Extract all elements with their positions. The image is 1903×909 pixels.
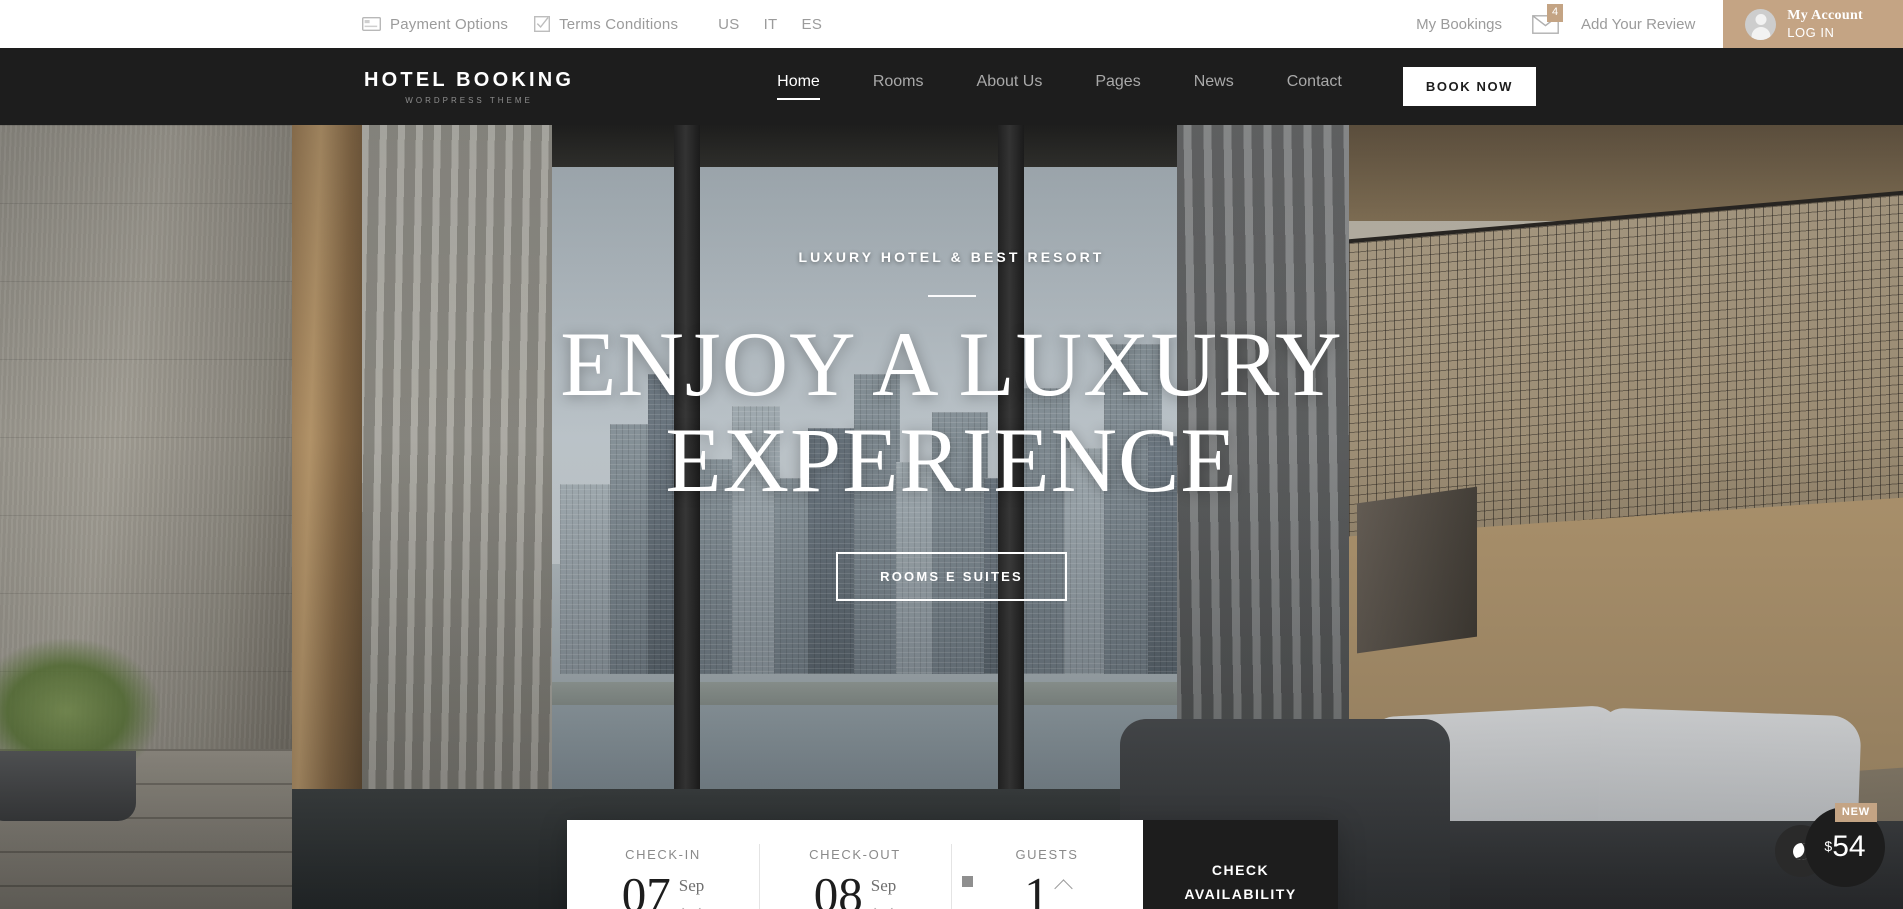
hero-title-line-1: ENJOY A LUXURY	[560, 313, 1343, 415]
language-it[interactable]: IT	[764, 16, 778, 33]
book-now-button[interactable]: BOOK NOW	[1402, 67, 1537, 106]
slider-dot-1[interactable]	[930, 876, 942, 887]
logo-subtitle: WORDPRESS THEME	[405, 95, 533, 105]
booking-widget: CHECK-IN 07 Sep CHECK-OUT 08 Sep GUESTS …	[567, 820, 1338, 909]
account-name: My Account	[1787, 8, 1863, 24]
nav-item-contact[interactable]: Contact	[1287, 73, 1342, 100]
hero-content: LUXURY HOTEL & BEST RESORT ENJOY A LUXUR…	[0, 125, 1903, 602]
chevron-down-icon[interactable]	[874, 899, 893, 909]
nav-item-news[interactable]: News	[1194, 73, 1234, 100]
logo-title: HOTEL BOOKING	[364, 68, 575, 91]
payment-options-link[interactable]: Payment Options	[362, 16, 508, 33]
account-login-label: LOG IN	[1787, 24, 1835, 40]
my-bookings-link[interactable]: My Bookings	[1416, 16, 1502, 33]
booking-fields: CHECK-IN 07 Sep CHECK-OUT 08 Sep GUESTS …	[567, 820, 1143, 909]
price-widget: $ 54 NEW	[1775, 803, 1893, 895]
my-account-button[interactable]: My Account LOG IN	[1723, 0, 1903, 48]
chevron-down-icon[interactable]	[682, 899, 701, 909]
price-inner: $ 54	[1824, 832, 1865, 862]
nav-item-rooms[interactable]: Rooms	[873, 73, 924, 100]
nav-item-pages[interactable]: Pages	[1095, 73, 1140, 100]
account-text: My Account LOG IN	[1787, 7, 1863, 41]
top-bar-right-links: My Bookings 4 Add Your Review My Account…	[1416, 0, 1903, 48]
payment-options-label: Payment Options	[390, 15, 509, 33]
messages-count-badge: 4	[1547, 3, 1564, 22]
check-in-label: CHECK-IN	[625, 847, 701, 863]
messages-button[interactable]: 4	[1532, 3, 1564, 34]
language-us[interactable]: US	[718, 16, 739, 33]
nav-item-about-us[interactable]: About Us	[977, 73, 1043, 100]
hero-slider: LUXURY HOTEL & BEST RESORT ENJOY A LUXUR…	[0, 125, 1903, 909]
price-currency: $	[1824, 838, 1833, 854]
rooms-suites-button[interactable]: ROOMS E SUITES	[836, 552, 1067, 602]
check-out-label: CHECK-OUT	[809, 847, 901, 863]
nav-item-home[interactable]: Home	[777, 73, 820, 100]
add-review-link[interactable]: Add Your Review	[1581, 16, 1695, 33]
price-amount: 54	[1832, 830, 1866, 863]
hero-divider	[927, 295, 976, 297]
checkbox-check-icon	[534, 16, 551, 32]
credit-card-icon	[362, 17, 381, 31]
terms-conditions-link[interactable]: Terms Conditions	[534, 16, 678, 33]
guests-label: GUESTS	[1015, 847, 1079, 862]
hero-subtitle: LUXURY HOTEL & BEST RESORT	[798, 249, 1105, 265]
language-es[interactable]: ES	[802, 16, 823, 33]
chevron-down-icon[interactable]	[1054, 902, 1073, 909]
slider-pagination	[0, 876, 1903, 887]
hero-title-line-2: EXPERIENCE	[665, 408, 1238, 511]
site-logo[interactable]: HOTEL BOOKING WORDPRESS THEME	[364, 69, 574, 105]
language-switcher: US IT ES	[718, 16, 822, 33]
user-avatar-icon	[1745, 8, 1777, 40]
slider-dot-2[interactable]	[961, 876, 973, 887]
top-bar-left-links: Payment Options Terms Conditions US IT E…	[362, 16, 822, 33]
site-header: HOTEL BOOKING WORDPRESS THEME Home Rooms…	[0, 48, 1903, 125]
main-navigation: Home Rooms About Us Pages News Contact	[777, 73, 1342, 100]
top-bar: Payment Options Terms Conditions US IT E…	[0, 0, 1903, 48]
hero-title: ENJOY A LUXURY EXPERIENCE	[0, 313, 1903, 511]
terms-conditions-label: Terms Conditions	[559, 15, 679, 33]
new-badge: NEW	[1834, 803, 1877, 822]
check-availability-button[interactable]: CHECK AVAILABILITY	[1143, 820, 1338, 909]
